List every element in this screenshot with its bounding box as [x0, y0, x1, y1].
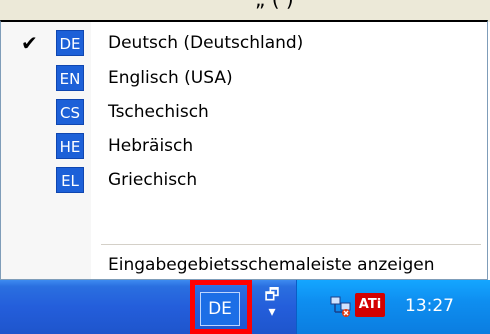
ati-icon[interactable]: ATi: [355, 293, 385, 317]
system-tray: ATi 13:27: [296, 280, 490, 334]
window-restore-icon: 🗗: [264, 285, 280, 304]
top-strip-partial-text: „ ( ): [255, 0, 294, 11]
taskbar: DE 🗗 ▾ ATi 13:27: [0, 280, 490, 334]
highlight-box: [190, 280, 252, 334]
menu-item-label: Hebräisch: [108, 136, 194, 156]
language-badge-cs: CS: [56, 99, 84, 125]
menu-item-label: Tschechisch: [108, 102, 209, 122]
checkmark-icon: ✔: [21, 31, 38, 55]
input-language-menu: ✔ DE Deutsch (Deutschland) EN Englisch (…: [0, 20, 488, 280]
language-badge-de: DE: [56, 30, 84, 56]
restore-language-bar-icon[interactable]: 🗗 ▾: [258, 286, 286, 326]
menu-item-label: Deutsch (Deutschland): [108, 33, 304, 53]
menu-item-label: Griechisch: [108, 170, 198, 190]
top-strip: „ ( ): [0, 0, 490, 22]
language-badge-el: EL: [56, 167, 84, 193]
menu-item-label: Englisch (USA): [108, 68, 233, 88]
menu-item-griechisch[interactable]: EL Griechisch: [1, 159, 487, 201]
language-badge-he: HE: [56, 133, 84, 159]
language-badge-en: EN: [56, 65, 84, 91]
network-icon[interactable]: [329, 294, 353, 318]
clock[interactable]: 13:27: [405, 293, 454, 319]
menu-item-label: Eingabegebietsschemaleiste anzeigen: [108, 255, 435, 275]
dropdown-arrow-icon: ▾: [268, 304, 276, 320]
